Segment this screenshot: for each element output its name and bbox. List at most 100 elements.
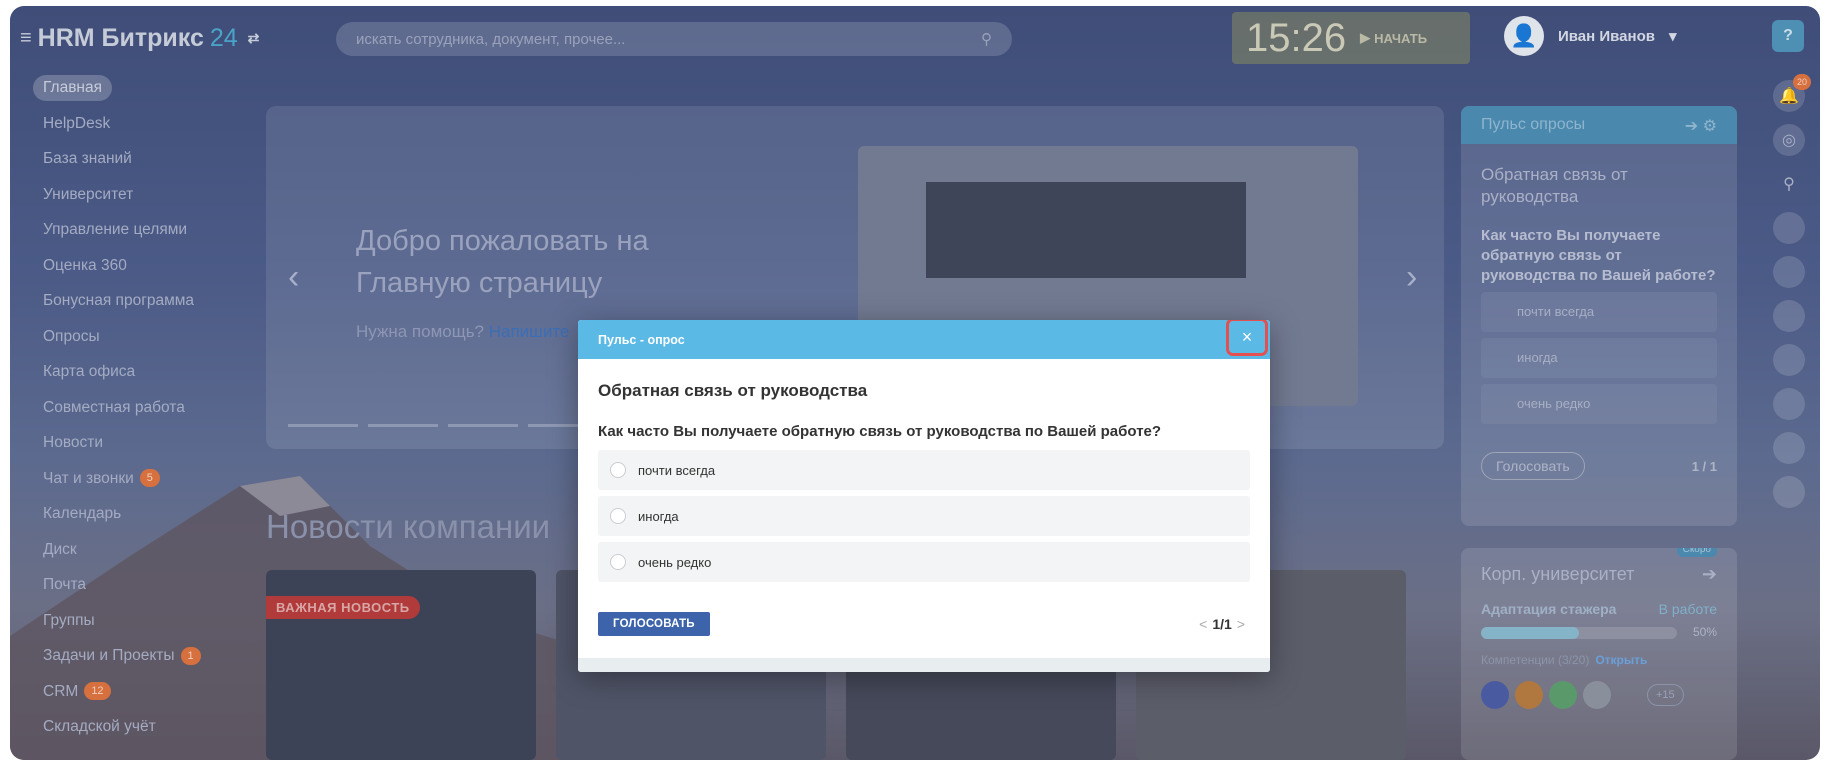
sidebar-item-label: Почта <box>43 576 87 593</box>
sidebar-item-label: Бонусная программа <box>43 292 195 309</box>
logo[interactable]: ≡ HRM Битрикс 24 ⇄ <box>20 24 259 53</box>
user-icon[interactable] <box>1773 476 1805 508</box>
answer-label: очень редко <box>638 554 712 570</box>
pulse-widget-survey: Обратная связь от руководства <box>1481 165 1628 206</box>
university-title: Корп. университет <box>1481 564 1635 584</box>
preview-dark-block <box>926 182 1246 278</box>
sidebar-item[interactable]: Управление целями <box>10 212 250 248</box>
sidebar-item-label: Задачи и Проекты <box>43 647 175 664</box>
answer-option[interactable]: почти всегда <box>598 450 1250 490</box>
search-icon[interactable]: ⚲ <box>1773 168 1805 200</box>
sidebar-item-label: Чат и звонки <box>43 469 134 487</box>
carousel-dots <box>288 424 598 427</box>
sidebar-item-label: Главная <box>33 74 112 101</box>
sidebar-item[interactable]: HelpDesk <box>10 106 250 142</box>
pulse-widget-option[interactable]: почти всегда <box>1481 292 1717 332</box>
search-placeholder: искать сотрудника, документ, прочее... <box>356 30 626 48</box>
bell-icon[interactable]: 🔔 20 <box>1773 74 1811 112</box>
important-badge: ВАЖНАЯ НОВОСТЬ <box>266 596 420 619</box>
pulse-widget-vote-button[interactable]: Голосовать <box>1481 452 1585 480</box>
vote-button[interactable]: ГОЛОСОВАТЬ <box>598 612 710 636</box>
answer-option[interactable]: иногда <box>598 496 1250 536</box>
sidebar-item[interactable]: Главная <box>10 70 250 106</box>
pulse-widget: Пульс опросы ➔ ⚙ Обратная связь от руково… <box>1461 106 1737 526</box>
soon-badge: Скоро <box>1676 548 1717 557</box>
help-button[interactable]: ? <box>1772 20 1804 52</box>
swap-icon[interactable]: ⇄ <box>248 30 260 47</box>
avatar[interactable] <box>1773 300 1805 332</box>
chevron-right-icon[interactable]: › <box>1406 258 1417 297</box>
sidebar-item[interactable]: Складской учёт <box>10 709 250 745</box>
pulse-widget-question: Как часто Вы получаете обратную связь от… <box>1481 227 1716 284</box>
sidebar-item[interactable]: Карта офиса <box>10 354 250 390</box>
close-button[interactable]: × <box>1226 320 1268 356</box>
sidebar-item[interactable]: Группы <box>10 603 250 639</box>
more-competences[interactable]: +15 <box>1647 684 1684 706</box>
radio-button[interactable] <box>610 554 626 570</box>
start-button[interactable]: ▶ НАЧАТЬ <box>1360 30 1427 46</box>
sidebar-item[interactable]: Почта <box>10 567 250 603</box>
open-link[interactable]: Открыть <box>1595 653 1647 667</box>
sidebar-item-label: Карта офиса <box>43 363 136 380</box>
pulse-widget-option[interactable]: очень редко <box>1481 384 1717 424</box>
chevron-left-icon[interactable]: ‹ <box>288 258 299 297</box>
sidebar-item[interactable]: Задачи и Проекты 1 <box>10 638 250 674</box>
prev-page-button[interactable]: < <box>1199 616 1207 632</box>
sidebar-item[interactable]: CRM 12 <box>10 674 250 710</box>
sidebar-item-count: 12 <box>84 682 111 701</box>
avatar[interactable] <box>1773 344 1805 376</box>
banner-help: Нужна помощь? Напишите <box>356 322 569 342</box>
course-name[interactable]: Адаптация стажера <box>1481 601 1616 617</box>
sidebar-item-count: 5 <box>139 469 160 488</box>
right-rail: 🔔 20 ◎ ⚲ <box>1768 74 1811 520</box>
close-icon: × <box>1241 326 1253 347</box>
sidebar-item[interactable]: База знаний <box>10 141 250 177</box>
pulse-widget-pager: 1 / 1 <box>1691 458 1717 474</box>
competence-icon[interactable] <box>1549 681 1577 709</box>
answer-option[interactable]: очень редко <box>598 542 1250 582</box>
sidebar-item[interactable]: Чат и звонки 5 <box>10 461 250 497</box>
gear-icon[interactable]: ➔ ⚙ <box>1685 116 1717 135</box>
sidebar-item-label: Диск <box>43 540 77 558</box>
avatar[interactable] <box>1773 432 1805 464</box>
search-input[interactable]: искать сотрудника, документ, прочее... ⚲ <box>336 22 1012 56</box>
sidebar-item[interactable]: Новости <box>10 425 250 461</box>
help-prefix: Нужна помощь? <box>356 322 485 341</box>
modal-bottom-strip <box>578 658 1270 672</box>
arrow-right-icon[interactable]: ➔ <box>1702 564 1717 585</box>
sidebar-item[interactable]: Опросы <box>10 319 250 355</box>
competence-icon[interactable] <box>1515 681 1543 709</box>
menu-icon[interactable]: ≡ <box>20 27 32 50</box>
course-status: В работе <box>1658 601 1717 617</box>
sidebar-item-label: Новости <box>43 434 104 451</box>
news-section-title: Новости компании <box>266 508 551 545</box>
worktime-widget[interactable]: 15:26 ▶ НАЧАТЬ <box>1232 12 1470 64</box>
sidebar-item[interactable]: Университет <box>10 177 250 213</box>
logo-text: HRM Битрикс <box>37 24 204 52</box>
avatar: 👤 <box>1504 16 1544 56</box>
sidebar-item-label: Управление целями <box>43 221 188 238</box>
sidebar-item[interactable]: Бонусная программа <box>10 283 250 319</box>
radio-button[interactable] <box>610 462 626 478</box>
page-indicator: 1/1 <box>1212 616 1232 632</box>
radio-button[interactable] <box>610 508 626 524</box>
sidebar-item[interactable]: Оценка 360 <box>10 248 250 284</box>
pulse-widget-option[interactable]: иногда <box>1481 338 1717 378</box>
sidebar-item[interactable]: Календарь <box>10 496 250 532</box>
competence-icon[interactable] <box>1583 681 1611 709</box>
search-icon[interactable]: ⚲ <box>981 30 992 48</box>
clock: 15:26 <box>1246 15 1347 60</box>
next-page-button[interactable]: > <box>1237 616 1245 632</box>
user-menu[interactable]: 👤 Иван Иванов ▾ <box>1504 16 1677 56</box>
sidebar-item[interactable]: Диск <box>10 532 250 568</box>
avatar[interactable] <box>1773 256 1805 288</box>
chat-icon[interactable]: ◎ <box>1773 124 1805 156</box>
news-card[interactable]: ВАЖНАЯ НОВОСТЬ <box>266 570 536 760</box>
help-link[interactable]: Напишите <box>489 322 570 341</box>
modal-survey-title: Обратная связь от руководства <box>598 381 868 400</box>
sidebar-item[interactable]: Совместная работа <box>10 390 250 426</box>
competence-icon[interactable] <box>1481 681 1509 709</box>
competence-count: Компетенции (3/20) <box>1481 653 1590 667</box>
avatar[interactable] <box>1773 212 1805 244</box>
avatar[interactable] <box>1773 388 1805 420</box>
